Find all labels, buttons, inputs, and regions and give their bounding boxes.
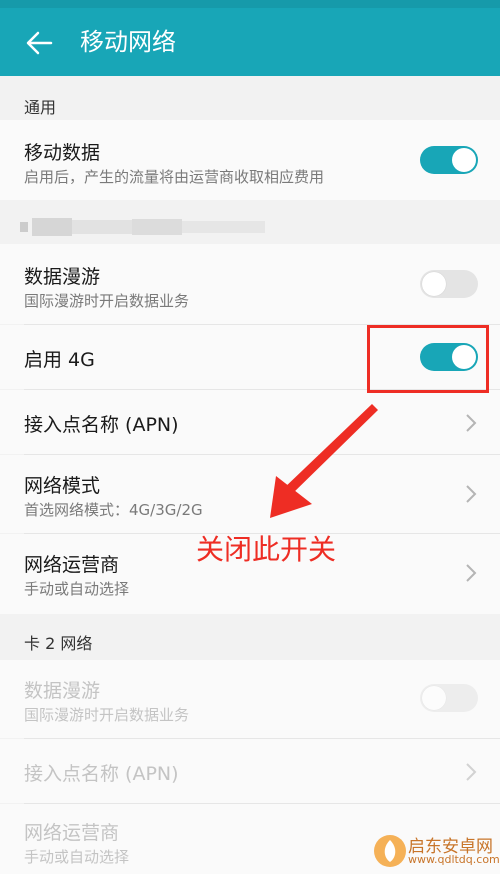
row-subtitle: 启用后，产生的流量将由运营商收取相应费用 xyxy=(24,168,325,186)
app-bar xyxy=(0,0,500,76)
mobile-data-toggle[interactable] xyxy=(420,146,478,174)
highlight-box xyxy=(367,325,489,393)
row-title: 数据漫游 xyxy=(24,680,101,702)
roaming-row[interactable]: 数据漫游 国际漫游时开启数据业务 xyxy=(0,244,500,324)
row-subtitle: 手动或自动选择 xyxy=(24,848,130,866)
roaming-toggle[interactable] xyxy=(420,270,478,298)
annotation-arrow-icon xyxy=(270,404,378,518)
toggle-knob xyxy=(422,272,446,296)
row-title: 网络运营商 xyxy=(24,822,120,844)
row-title: 接入点名称 (APN) xyxy=(24,763,179,785)
chevron-right-icon xyxy=(466,763,477,781)
row-title: 网络运营商 xyxy=(24,554,120,576)
row-title: 启用 4G xyxy=(24,349,95,371)
section-header-card2: 卡 2 网络 xyxy=(0,618,500,662)
annotation-text: 关闭此开关 xyxy=(196,533,337,566)
card2-roaming-row: 数据漫游 国际漫游时开启数据业务 xyxy=(0,660,500,738)
status-bar xyxy=(0,0,500,8)
toggle-knob xyxy=(452,148,476,172)
section-label: 通用 xyxy=(24,98,57,117)
row-title: 接入点名称 (APN) xyxy=(24,414,179,436)
mobile-data-row[interactable]: 移动数据 启用后，产生的流量将由运营商收取相应费用 xyxy=(0,120,500,200)
card2-apn-row: 接入点名称 (APN) xyxy=(0,739,500,803)
row-subtitle: 手动或自动选择 xyxy=(24,580,130,598)
row-subtitle: 首选网络模式：4G/3G/2G xyxy=(24,501,203,519)
section-label: 卡 2 网络 xyxy=(24,634,93,653)
arrow-left-icon[interactable] xyxy=(24,28,54,58)
row-subtitle: 国际漫游时开启数据业务 xyxy=(24,706,190,724)
page-title: 移动网络 xyxy=(80,28,176,56)
blurred-label xyxy=(20,218,265,236)
toggle-knob xyxy=(422,686,446,710)
row-subtitle: 国际漫游时开启数据业务 xyxy=(24,292,190,310)
apn-row[interactable]: 接入点名称 (APN) xyxy=(0,390,500,454)
chevron-right-icon xyxy=(466,414,477,432)
row-title: 网络模式 xyxy=(24,475,101,497)
row-title: 移动数据 xyxy=(24,142,101,164)
chevron-right-icon xyxy=(466,564,477,582)
chevron-right-icon xyxy=(466,485,477,503)
card2-roaming-toggle xyxy=(420,684,478,712)
row-title: 数据漫游 xyxy=(24,266,101,288)
network-mode-row[interactable]: 网络模式 首选网络模式：4G/3G/2G xyxy=(0,455,500,533)
watermark-url: www.qdltdq.com xyxy=(408,853,500,866)
